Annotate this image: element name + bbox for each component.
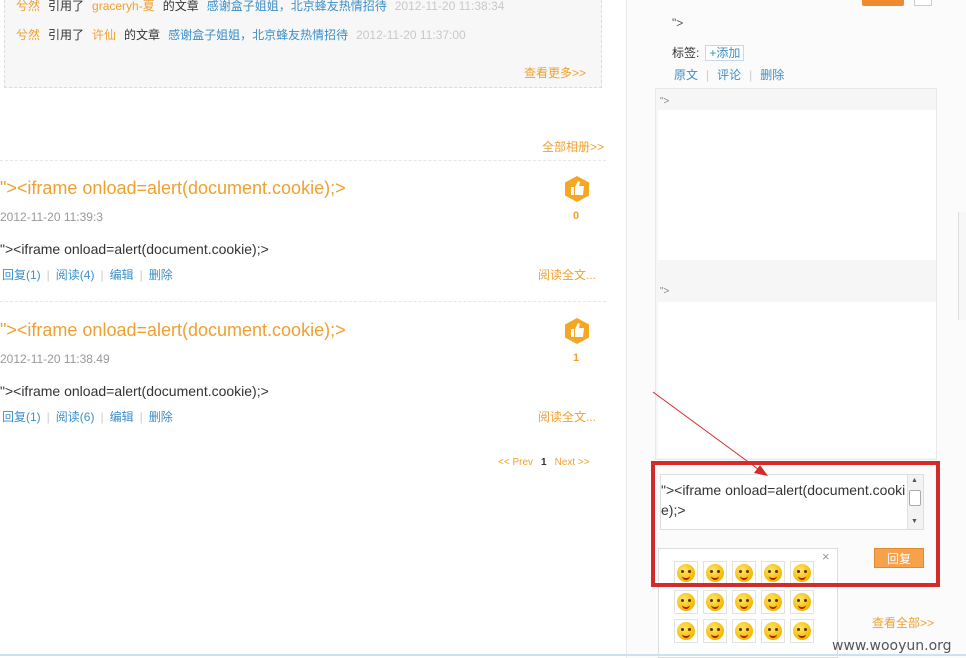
top-action-button[interactable] [862,0,904,6]
emoji-face-icon [764,593,782,611]
comment-text: "> [660,96,670,107]
sidebar-entry-text: "> [672,16,684,30]
post-title[interactable]: "><iframe onload=alert(document.cookie);… [0,178,346,199]
shy-emoji-icon[interactable] [703,590,727,614]
citation-time: 2012-11-20 11:37:00 [356,28,466,42]
like-count: 1 [572,352,580,364]
all-albums-link[interactable]: 全部相册>> [542,138,604,155]
citation-author[interactable]: 许仙 [92,28,116,42]
tags-row: 标签: +添加 [672,44,745,61]
tongue-emoji-icon[interactable] [761,619,785,643]
surprise-emoji-icon[interactable] [761,590,785,614]
citation-time: 2012-11-20 11:38:34 [394,0,505,13]
gift-emoji-icon[interactable] [703,619,727,643]
post-excerpt: "><iframe onload=alert(document.cookie);… [0,241,269,257]
read-all-link[interactable]: 阅读全文... [538,266,596,283]
divider [0,301,606,302]
citation-article-link[interactable]: 感谢盒子姐姐，北京蜂友热情招待 [168,28,348,42]
highlight-frame [651,461,940,587]
post-actions: 回复(1) | 阅读(4) | 编辑 | 删除 [2,268,173,282]
citation-article-link[interactable]: 感谢盒子姐姐，北京蜂友热情招待 [207,0,387,13]
reply-link[interactable]: 回复(1) [2,410,41,424]
citation-author[interactable]: graceryh-夏 [92,0,155,13]
emoji-face-icon [793,593,811,611]
citation-row: 兮然 引用了 许仙 的文章 感谢盒子姐姐，北京蜂友热情招待 2012-11-20 11:3… [16,26,474,44]
giggle-emoji-icon[interactable] [790,619,814,643]
edit-link[interactable]: 编辑 [110,410,134,424]
see-all-link[interactable]: 查看全部>> [872,614,934,631]
emoji-face-icon [735,593,753,611]
emoji-face-icon [706,622,724,640]
handshake-emoji-icon[interactable] [732,619,756,643]
pagination: << Prev 1 Next >> [498,457,590,468]
comment-text: "> [660,286,670,297]
emoji-face-icon [793,622,811,640]
prev-page-link[interactable]: << Prev [498,457,533,468]
page-scrollbar[interactable] [958,212,966,320]
comment-item [658,110,936,260]
watermark: www.wooyun.org [832,638,952,654]
delete-link[interactable]: 删除 [149,410,173,424]
like-icon[interactable] [563,317,591,345]
emoji-face-icon [764,622,782,640]
like-icon[interactable] [563,175,591,203]
citation-of: 的文章 [124,28,161,42]
post-title[interactable]: "><iframe onload=alert(document.cookie);… [0,320,346,341]
emoji-face-icon [677,593,695,611]
citation-action: 引用了 [48,0,85,13]
divider [0,160,606,161]
emoji-face-icon [735,622,753,640]
sidebar-border [626,0,627,658]
citation-user[interactable]: 兮然 [16,0,40,13]
read-count-link[interactable]: 阅读(6) [56,410,95,424]
next-page-link[interactable]: Next >> [555,457,590,468]
current-page: 1 [541,457,547,468]
top-toggle[interactable] [914,0,932,6]
delete-entry-link[interactable]: 删除 [760,68,784,82]
read-count-link[interactable]: 阅读(4) [56,268,95,282]
comment-item [658,302,936,458]
like-count: 0 [572,210,580,222]
post-excerpt: "><iframe onload=alert(document.cookie);… [0,383,269,399]
citation-of: 的文章 [162,0,199,13]
citation-row: 兮然 引用了 graceryh-夏 的文章 感谢盒子姐姐，北京蜂友热情招待 2012-11… [16,0,512,15]
post-date: 2012-11-20 11:39:3 [0,210,103,224]
post-actions: 回复(1) | 阅读(6) | 编辑 | 删除 [2,410,173,424]
wink-emoji-icon[interactable] [732,590,756,614]
smile-emoji-icon[interactable] [674,590,698,614]
delete-link[interactable]: 删除 [149,268,173,282]
emoji-face-icon [677,622,695,640]
tags-label: 标签: [672,46,700,60]
reply-link[interactable]: 回复(1) [2,268,41,282]
original-link[interactable]: 原文 [674,68,698,82]
add-tag-button[interactable]: +添加 [705,45,745,61]
thumbs-emoji-icon[interactable] [674,619,698,643]
emoji-face-icon [706,593,724,611]
edit-link[interactable]: 编辑 [110,268,134,282]
entry-links: 原文 | 评论 | 删除 [674,68,785,82]
citation-user[interactable]: 兮然 [16,28,40,42]
sweat-emoji-icon[interactable] [790,590,814,614]
comment-link[interactable]: 评论 [717,68,741,82]
citation-action: 引用了 [48,28,85,42]
bottom-border [0,654,966,656]
see-more-link[interactable]: 查看更多>> [524,64,586,81]
read-all-link[interactable]: 阅读全文... [538,408,596,425]
post-date: 2012-11-20 11:38.49 [0,352,110,366]
